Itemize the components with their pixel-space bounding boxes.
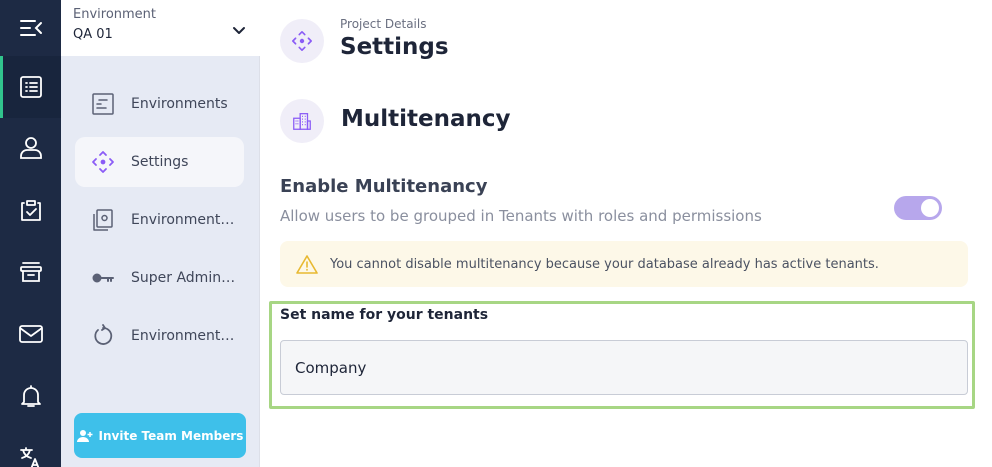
- collapse-menu-button[interactable]: [0, 0, 61, 56]
- tenant-name-input[interactable]: [280, 340, 968, 395]
- settings-icon-wrap: [75, 150, 131, 174]
- rail-item-documents[interactable]: [0, 56, 61, 118]
- buildings-icon: [293, 113, 311, 130]
- section-icon: [280, 99, 324, 143]
- enable-multitenancy-title: Enable Multitenancy: [280, 176, 488, 197]
- environment-secrets-icon-wrap: [75, 208, 131, 232]
- rail-item-mail[interactable]: [0, 306, 61, 362]
- sidebar-item-super-admin-tokens[interactable]: Super Admin T...: [75, 253, 244, 303]
- environments-icon: [92, 93, 114, 115]
- invite-button-label: Invite Team Members: [98, 428, 244, 443]
- clipboard-check-icon: [20, 200, 41, 221]
- mail-icon: [18, 325, 43, 343]
- environment-secrets-icon: [93, 209, 113, 231]
- settings-move-icon: [292, 31, 312, 51]
- document-list-icon: [19, 76, 42, 98]
- toggle-knob: [921, 199, 939, 217]
- page-title: Settings: [340, 34, 449, 60]
- chevron-down-icon: [233, 27, 245, 34]
- icon-rail: [0, 0, 61, 467]
- sidebar-item-settings[interactable]: Settings: [75, 137, 244, 187]
- sidebar-item-label: Super Admin T...: [131, 270, 237, 286]
- environment-label: Environment: [73, 7, 157, 22]
- key-icon-wrap: [75, 266, 131, 290]
- collapse-menu-icon: [19, 20, 42, 36]
- sidebar-item-label: Environment S...: [131, 212, 237, 228]
- sidebar-item-label: Settings: [131, 154, 189, 170]
- multitenancy-toggle[interactable]: [894, 196, 942, 220]
- section-title: Multitenancy: [341, 106, 511, 132]
- page-icon: [280, 19, 324, 63]
- sidebar-item-environments[interactable]: Environments: [75, 79, 244, 129]
- environment-value: QA 01: [73, 27, 113, 42]
- translate-icon: [19, 447, 39, 467]
- sidebar-item-environment-flags[interactable]: Environment Fl...: [75, 311, 244, 361]
- refresh-icon-wrap: [75, 324, 131, 348]
- enable-multitenancy-description: Allow users to be grouped in Tenants wit…: [280, 207, 762, 225]
- warning-icon: [296, 255, 318, 274]
- settings-move-icon: [92, 151, 114, 173]
- rail-item-notifications[interactable]: [0, 368, 61, 424]
- environment-select[interactable]: Environment QA 01: [61, 0, 260, 56]
- rail-item-tasks[interactable]: [0, 182, 61, 238]
- sidebar-item-environment-secrets[interactable]: Environment S...: [75, 195, 244, 245]
- user-icon: [19, 137, 42, 159]
- invite-team-members-button[interactable]: Invite Team Members: [74, 413, 246, 458]
- key-icon: [92, 273, 114, 283]
- rail-item-translations[interactable]: [0, 430, 61, 467]
- rail-item-archive[interactable]: [0, 244, 61, 300]
- tenant-name-label: Set name for your tenants: [280, 307, 489, 323]
- settings-sidebar: Environment QA 01 Environments Settings: [61, 0, 260, 467]
- archive-icon: [19, 262, 42, 282]
- sidebar-item-label: Environments: [131, 96, 228, 112]
- bell-icon: [20, 385, 41, 407]
- rail-item-users[interactable]: [0, 120, 61, 176]
- environments-icon-wrap: [75, 92, 131, 116]
- refresh-icon: [94, 324, 113, 345]
- warning-banner: You cannot disable multitenancy because …: [280, 241, 968, 287]
- main-content: Project Details Settings Multitenancy En…: [260, 0, 992, 467]
- breadcrumb: Project Details: [340, 17, 427, 31]
- add-user-icon: [76, 429, 93, 442]
- warning-text: You cannot disable multitenancy because …: [330, 256, 879, 272]
- sidebar-item-label: Environment Fl...: [131, 328, 237, 344]
